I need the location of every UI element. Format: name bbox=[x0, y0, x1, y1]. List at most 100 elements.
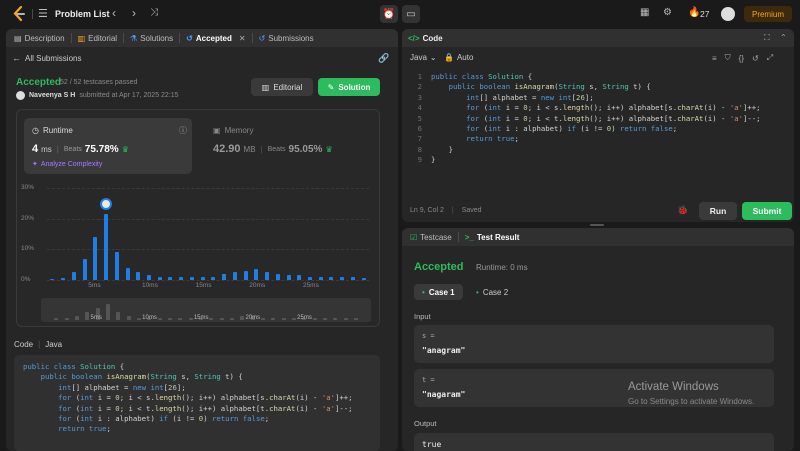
tab-testcase[interactable]: ☑ Testcase bbox=[404, 228, 458, 246]
submit-button[interactable]: Submit bbox=[742, 202, 792, 220]
tab-test-result[interactable]: >_ Test Result bbox=[459, 228, 526, 246]
back-to-submissions[interactable]: ← All Submissions bbox=[12, 53, 81, 63]
chart-bar[interactable] bbox=[189, 276, 194, 280]
tab-solutions[interactable]: ⚗ Solutions bbox=[124, 29, 179, 47]
maximize-icon[interactable]: ⛶ bbox=[764, 33, 770, 43]
tab-description[interactable]: ▤ Description bbox=[8, 29, 71, 47]
info-icon[interactable]: ⓘ bbox=[179, 125, 187, 136]
chart-y-tick: 20% bbox=[21, 214, 35, 222]
problem-list-link[interactable]: Problem List bbox=[55, 9, 110, 19]
list-icon[interactable]: ☰ bbox=[38, 7, 48, 20]
chart-range-minimap[interactable]: 5ms 10ms 15ms 20ms 25ms bbox=[41, 298, 371, 322]
chart-bar[interactable] bbox=[222, 273, 227, 280]
chart-bar[interactable] bbox=[254, 269, 259, 280]
chart-bar[interactable] bbox=[340, 276, 345, 280]
minimap-bar bbox=[271, 318, 276, 320]
reset-icon[interactable]: ↺ bbox=[752, 54, 759, 63]
timer-icon[interactable]: ⏰ bbox=[380, 5, 398, 23]
chart-bar[interactable] bbox=[146, 275, 151, 280]
chart-bar[interactable] bbox=[125, 267, 130, 280]
solution-button[interactable]: ✎ Solution bbox=[318, 78, 380, 96]
case-1-tab[interactable]: • Case 1 bbox=[414, 284, 463, 300]
flask-icon: ⚗ bbox=[130, 33, 138, 43]
expand-icon[interactable]: ⤢ bbox=[767, 53, 773, 63]
settings-gear-icon[interactable]: ⚙ bbox=[663, 7, 672, 18]
chart-bar[interactable] bbox=[157, 276, 162, 280]
chart-bar[interactable] bbox=[211, 276, 216, 280]
layout-icon[interactable]: ▦ bbox=[640, 7, 649, 18]
code-editor[interactable]: public class Solution { public boolean i… bbox=[431, 72, 761, 166]
shuffle-icon[interactable]: ⤨ bbox=[150, 7, 158, 18]
checkbox-icon: ☑ bbox=[410, 232, 418, 242]
leetcode-logo-icon[interactable] bbox=[12, 5, 26, 22]
chart-bar[interactable] bbox=[82, 258, 87, 280]
braces-icon[interactable]: {} bbox=[739, 54, 744, 63]
chart-y-tick: 0% bbox=[21, 276, 31, 283]
chart-bar[interactable] bbox=[286, 275, 291, 280]
chart-bar[interactable] bbox=[265, 272, 270, 280]
avatar[interactable] bbox=[721, 7, 735, 21]
chart-bar[interactable] bbox=[50, 279, 55, 280]
analyze-complexity-link[interactable]: ✦ Analyze Complexity bbox=[32, 160, 102, 169]
tab-submissions[interactable]: ↺ Submissions bbox=[253, 29, 320, 47]
chart-bar[interactable] bbox=[232, 272, 237, 280]
minimap-bar bbox=[167, 318, 172, 320]
history-icon: ↺ bbox=[186, 33, 193, 43]
language-select[interactable]: Java ⌄ bbox=[410, 53, 437, 62]
runtime-box[interactable]: ◷ Runtime ⓘ 4 ms | Beats 75.78% ♛ ✦ Anal… bbox=[24, 118, 192, 174]
panel-resize-handle[interactable] bbox=[590, 224, 604, 226]
minimap-bar bbox=[343, 318, 348, 320]
premium-button[interactable]: Premium bbox=[744, 6, 792, 22]
submitted-code: public class Solution { public boolean i… bbox=[23, 362, 353, 434]
tab-accepted[interactable]: ↺ Accepted ✕ bbox=[180, 29, 251, 47]
minimap-tick: 15ms bbox=[193, 315, 209, 321]
next-problem-icon[interactable]: › bbox=[132, 6, 136, 20]
fire-streak-icon[interactable]: 🔥 bbox=[688, 7, 700, 18]
chart-bar[interactable] bbox=[71, 272, 76, 280]
case-2-tab[interactable]: • Case 2 bbox=[468, 284, 516, 300]
chart-bar[interactable] bbox=[307, 276, 312, 280]
bookmark-icon[interactable]: ⛉ bbox=[725, 53, 731, 63]
chart-bar[interactable] bbox=[179, 276, 184, 280]
notes-icon[interactable]: ▭ bbox=[402, 5, 420, 23]
chart-bar[interactable] bbox=[136, 272, 141, 280]
link-icon[interactable]: 🔗 bbox=[378, 53, 389, 64]
chart-bar[interactable] bbox=[114, 252, 119, 280]
description-icon: ▤ bbox=[14, 33, 22, 43]
format-icon[interactable]: ≡ bbox=[712, 54, 717, 63]
result-status: Accepted bbox=[414, 261, 464, 273]
chart-bar[interactable] bbox=[297, 275, 302, 280]
chart-bar[interactable] bbox=[200, 276, 205, 280]
editorial-button[interactable]: ▥ Editorial bbox=[251, 78, 313, 96]
chart-bar[interactable] bbox=[243, 270, 248, 280]
runtime-distribution-chart[interactable] bbox=[47, 188, 369, 281]
submitted-code-block[interactable]: public class Solution { public boolean i… bbox=[14, 355, 380, 451]
minimap-bar bbox=[229, 318, 234, 320]
collapse-icon[interactable]: ⌃ bbox=[780, 33, 787, 42]
chart-bar[interactable] bbox=[318, 276, 323, 280]
prev-problem-icon[interactable]: ‹ bbox=[112, 6, 116, 20]
chart-bar[interactable] bbox=[361, 278, 366, 280]
run-button[interactable]: Run bbox=[699, 202, 737, 220]
testcases-passed: 52 / 52 testcases passed bbox=[60, 79, 138, 86]
memory-header[interactable]: ▣ Memory bbox=[213, 126, 253, 135]
chart-bar[interactable] bbox=[329, 276, 334, 280]
debug-icon[interactable]: 🐞 bbox=[677, 205, 688, 216]
auto-mode-toggle[interactable]: 🔒 Auto bbox=[444, 53, 473, 62]
chart-bar[interactable] bbox=[275, 273, 280, 280]
close-tab-icon[interactable]: ✕ bbox=[239, 34, 246, 43]
chart-bar[interactable] bbox=[350, 276, 355, 280]
top-bar: ☰ Problem List ‹ › ⤨ ⏰ ▭ ▦ ⚙ 🔥 27 Premiu… bbox=[0, 0, 800, 28]
memory-chip-icon: ▣ bbox=[213, 126, 221, 135]
chart-y-axis: 30% 20% 10% 0% bbox=[21, 183, 43, 283]
chart-bar[interactable] bbox=[104, 214, 109, 280]
chart-gridline bbox=[47, 280, 369, 281]
submitter-name[interactable]: Naveenya S H bbox=[29, 92, 75, 99]
tab-editorial[interactable]: ▥ Editorial bbox=[72, 29, 123, 47]
chart-bar[interactable] bbox=[168, 276, 173, 280]
chart-bar[interactable] bbox=[93, 237, 98, 280]
output-box: true bbox=[414, 433, 774, 451]
chart-x-tick: 25ms bbox=[302, 282, 319, 289]
chart-bar[interactable] bbox=[61, 278, 66, 280]
minimap-bar bbox=[116, 312, 121, 320]
